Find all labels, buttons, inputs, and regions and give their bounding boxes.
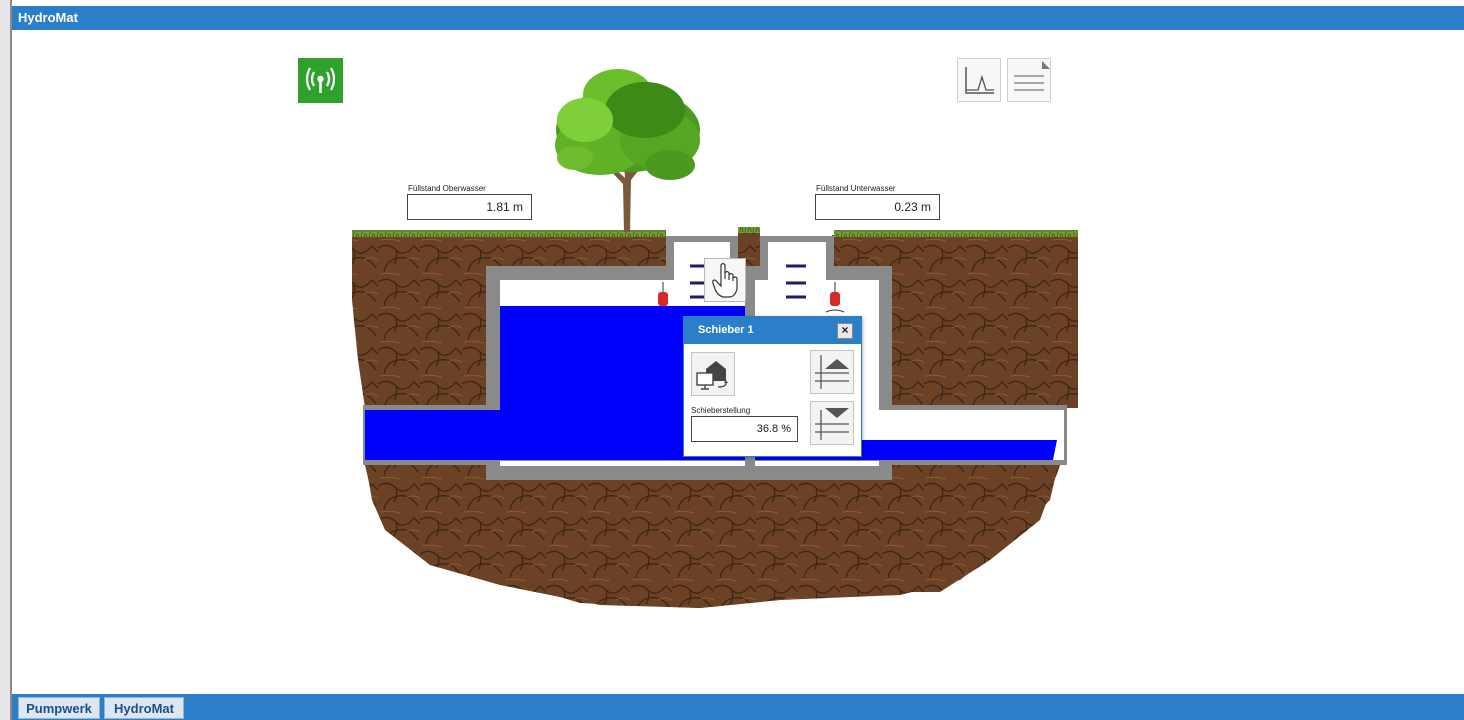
floor-slot-left (500, 461, 745, 466)
chart-icon (965, 67, 994, 94)
report-button[interactable] (1007, 58, 1051, 102)
gate-dialog-title: Schieber 1 (684, 317, 861, 344)
signal-icon (305, 67, 336, 93)
gate-position-value: 36.8 % (691, 416, 798, 442)
grass-middle (738, 227, 760, 233)
gate-open-button[interactable] (810, 350, 854, 394)
tab-hydromat[interactable]: HydroMat (104, 697, 184, 719)
gate-dialog: Schieber 1 × Schieberstellung 36.8 % (683, 316, 862, 457)
close-button[interactable]: × (837, 323, 853, 339)
chart-button[interactable] (957, 58, 1001, 102)
tree (555, 69, 700, 232)
water-pipe-left (365, 410, 500, 460)
gate-position-label: Schieberstellung (691, 406, 751, 415)
bottom-tabbar: Pumpwerk HydroMat (12, 694, 1464, 720)
downstream-level-label: Füllstand Unterwasser (816, 184, 896, 193)
upstream-level-value: 1.81 m (407, 194, 532, 220)
floor-slot-right (755, 461, 879, 466)
shaft-right (768, 242, 826, 282)
downstream-level-value: 0.23 m (815, 194, 940, 220)
soil-right (890, 235, 1078, 408)
gate-close-icon (815, 408, 849, 440)
gate-open-icon (815, 355, 849, 389)
remote-control-icon (696, 361, 728, 390)
tab-pumpwerk[interactable]: Pumpwerk (18, 697, 100, 719)
grass-left (352, 230, 666, 237)
connection-status-button[interactable] (298, 58, 343, 103)
hand-icon (712, 262, 738, 298)
report-icon (1014, 61, 1050, 91)
remote-mode-button[interactable] (691, 352, 735, 396)
manual-control-button[interactable] (704, 258, 746, 302)
upstream-level-label: Füllstand Oberwasser (408, 184, 486, 193)
gate-close-button[interactable] (810, 401, 854, 445)
grass-right (834, 230, 1078, 237)
soil-bottom (365, 465, 1058, 608)
